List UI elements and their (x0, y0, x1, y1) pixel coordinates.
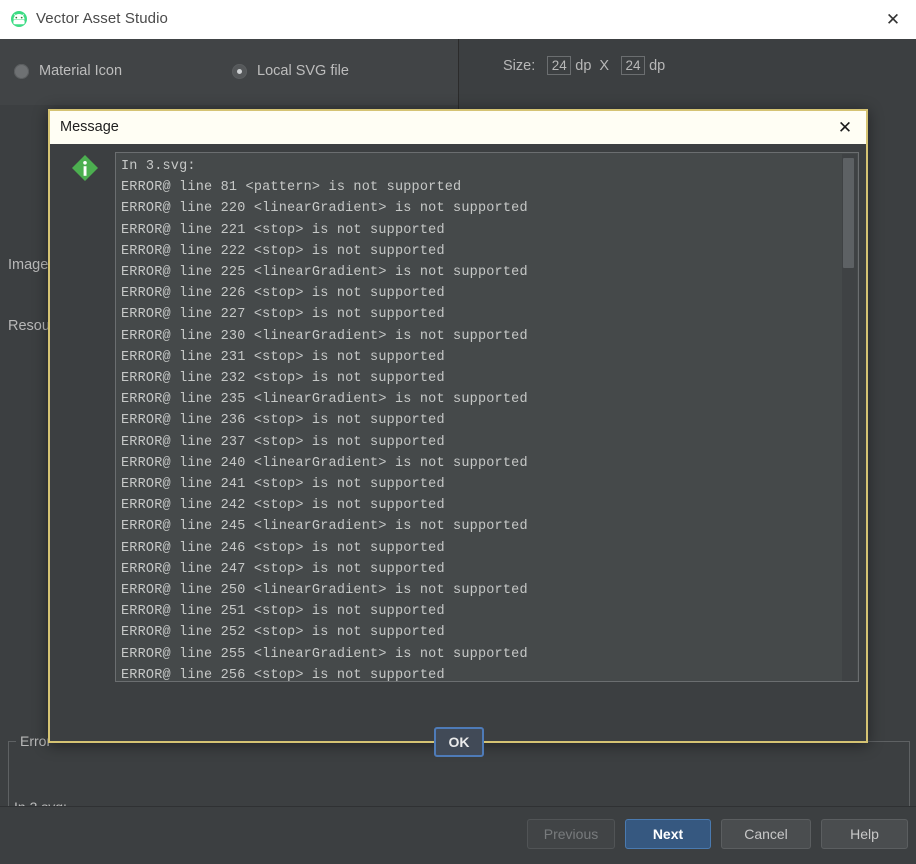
size-label: Size: (503, 58, 535, 74)
next-button[interactable]: Next (625, 819, 711, 849)
vector-asset-studio-window: Vector Asset Studio ✕ Material Icon Loca… (0, 0, 916, 864)
label-resource-name: Resou (8, 318, 50, 334)
previous-button[interactable]: Previous (527, 819, 615, 849)
message-text-scrollpane[interactable]: In 3.svg: ERROR@ line 81 <pattern> is no… (115, 152, 859, 682)
message-dialog: Message ✕ In 3.svg: ERROR@ line 81 <patt… (48, 109, 868, 743)
size-times-label: X (599, 58, 609, 74)
label-image-file: Image (8, 257, 48, 273)
close-icon[interactable]: ✕ (870, 0, 916, 38)
vertical-scrollbar[interactable] (842, 154, 857, 682)
size-row: Size: 24 dp X 24 dp (503, 56, 665, 75)
window-titlebar: Vector Asset Studio ✕ (0, 0, 916, 40)
help-button[interactable]: Help (821, 819, 908, 849)
radio-local-svg-file[interactable]: Local SVG file (232, 63, 349, 79)
message-dialog-title: Message (60, 119, 119, 135)
ok-button[interactable]: OK (434, 727, 484, 757)
close-icon[interactable]: ✕ (832, 115, 858, 141)
cancel-button[interactable]: Cancel (721, 819, 811, 849)
size-height-input[interactable]: 24 (621, 56, 645, 75)
radio-dot-icon (232, 64, 247, 79)
radio-local-svg-file-label: Local SVG file (257, 63, 349, 79)
message-dialog-titlebar: Message ✕ (50, 111, 866, 144)
radio-dot-icon (14, 64, 29, 79)
size-width-unit: dp (575, 58, 591, 74)
vertical-scrollbar-thumb[interactable] (843, 158, 854, 268)
radio-material-icon[interactable]: Material Icon (14, 63, 122, 79)
wizard-button-bar: Previous Next Cancel Help (0, 807, 916, 864)
size-height-unit: dp (649, 58, 665, 74)
android-robot-icon (10, 10, 28, 28)
radio-material-icon-label: Material Icon (39, 63, 122, 79)
message-dialog-body: In 3.svg: ERROR@ line 81 <pattern> is no… (50, 144, 866, 741)
size-width-input[interactable]: 24 (547, 56, 571, 75)
info-diamond-icon (67, 150, 103, 186)
message-text: In 3.svg: ERROR@ line 81 <pattern> is no… (121, 156, 837, 682)
window-title: Vector Asset Studio (36, 10, 168, 27)
asset-type-panel: Material Icon Local SVG file (0, 39, 458, 105)
asset-type-radio-group: Material Icon Local SVG file (0, 39, 458, 105)
